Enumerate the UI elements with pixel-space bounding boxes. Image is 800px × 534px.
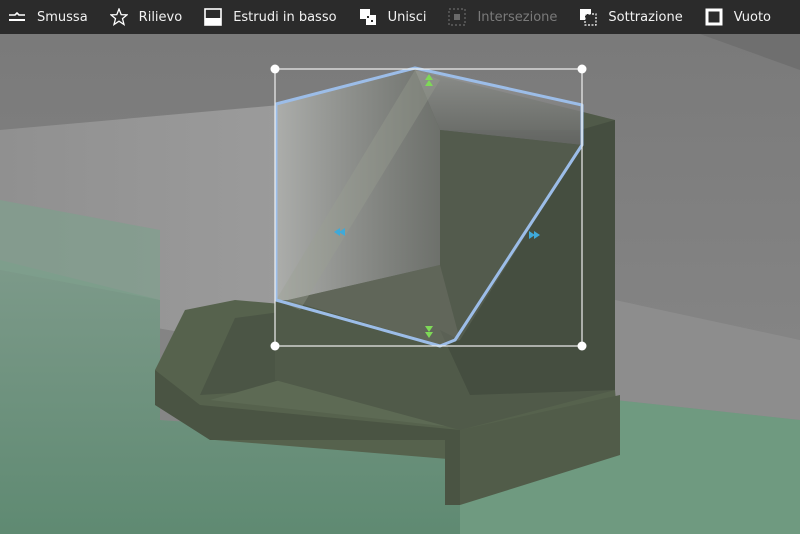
resize-handle-bottom-left[interactable] bbox=[270, 341, 280, 351]
resize-handle-top-right[interactable] bbox=[577, 64, 587, 74]
star-icon bbox=[109, 8, 128, 26]
intersezione-button[interactable]: Intersezione bbox=[434, 0, 565, 34]
vuoto-button[interactable]: Vuoto bbox=[691, 0, 779, 34]
rilievo-label: Rilievo bbox=[138, 9, 183, 25]
smussa-button[interactable]: Smussa bbox=[0, 0, 96, 34]
toolbar: Smussa Rilievo Estrudi in basso Unisci I… bbox=[0, 0, 800, 34]
3d-viewport[interactable] bbox=[0, 34, 800, 534]
intersect-icon bbox=[448, 8, 467, 26]
vuoto-label: Vuoto bbox=[733, 9, 771, 25]
sottrazione-label: Sottrazione bbox=[608, 9, 683, 25]
rilievo-button[interactable]: Rilievo bbox=[96, 0, 191, 34]
scene-canvas bbox=[0, 34, 800, 534]
smussa-label: Smussa bbox=[37, 9, 88, 25]
sottrazione-button[interactable]: Sottrazione bbox=[565, 0, 690, 34]
unisci-button[interactable]: Unisci bbox=[345, 0, 435, 34]
resize-handle-bottom-right[interactable] bbox=[577, 341, 587, 351]
resize-handle-top-left[interactable] bbox=[270, 64, 280, 74]
intersezione-label: Intersezione bbox=[477, 9, 558, 25]
estrudi-in-basso-button[interactable]: Estrudi in basso bbox=[190, 0, 344, 34]
union-icon bbox=[359, 8, 377, 26]
subtract-icon bbox=[579, 8, 597, 26]
unisci-label: Unisci bbox=[387, 9, 427, 25]
chamfer-icon bbox=[8, 8, 26, 26]
hollow-icon bbox=[705, 8, 723, 26]
extrude-down-icon bbox=[204, 8, 222, 26]
estrudi-in-basso-label: Estrudi in basso bbox=[233, 9, 337, 25]
